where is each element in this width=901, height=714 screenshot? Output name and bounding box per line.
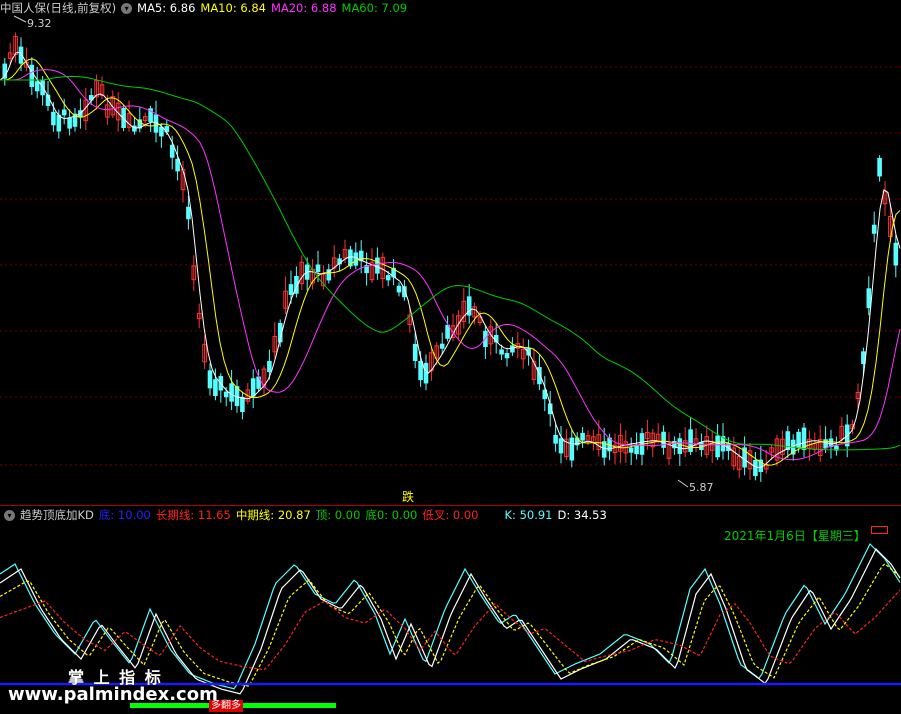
ind-value-k: K: 50.91 <box>504 508 553 522</box>
candle <box>213 379 218 397</box>
high-pointer <box>13 15 27 23</box>
candle <box>412 343 418 362</box>
signal-label: 跌 <box>402 489 414 504</box>
candle <box>796 431 801 448</box>
candle <box>634 444 639 455</box>
candle <box>823 439 828 449</box>
candle <box>569 437 575 461</box>
long-term-line <box>0 589 901 671</box>
ma10-label: MA10: 6.84 <box>200 1 266 15</box>
indicator-name: 趋势顶底加KD <box>20 508 94 522</box>
date-label: 2021年1月6日【星期三】 <box>724 529 866 543</box>
candle <box>677 438 683 454</box>
candle <box>315 264 321 273</box>
candle <box>67 117 72 129</box>
candle <box>418 360 423 381</box>
candle <box>207 370 213 389</box>
stock-chart-window[interactable]: 9.32 5.87 跌 中国人保(日线,前复权) ▾ MA5: 6.86 MA10:… <box>0 0 901 714</box>
indicator-legend: ▾ 趋势顶底加KD 底: 10.00 长期线: 11.65 中期线: 20.87… <box>0 507 612 523</box>
candle <box>753 459 758 477</box>
candle <box>499 349 504 355</box>
candle <box>893 242 899 266</box>
candle <box>159 126 164 137</box>
candle <box>504 353 510 359</box>
ma5-label: MA5: 6.86 <box>137 1 196 15</box>
candle <box>61 109 67 116</box>
candle <box>353 252 359 266</box>
candle <box>229 383 234 402</box>
candle <box>445 324 450 339</box>
candle <box>375 257 380 274</box>
ma60-line <box>0 75 901 451</box>
candle <box>51 111 56 126</box>
candle <box>34 81 40 92</box>
low-pointer <box>677 479 689 488</box>
ma60-label: MA60: 7.09 <box>341 1 408 15</box>
ind-value-mid: 中期线: 20.87 <box>235 508 311 522</box>
stock-name: 中国人保(日线,前复权) <box>0 1 117 15</box>
watermark-url: www.palmindex.com <box>8 684 218 705</box>
indicator-settings-icon[interactable]: ▾ <box>4 509 15 521</box>
candle <box>267 360 272 373</box>
candle <box>175 158 180 172</box>
ind-value-top: 顶: 0.00 <box>315 508 361 522</box>
candle <box>715 435 720 458</box>
panel-divider <box>0 505 901 506</box>
price-chart[interactable]: 9.32 5.87 跌 <box>0 0 901 505</box>
candle <box>288 284 294 295</box>
candle <box>240 396 245 413</box>
candle <box>186 206 191 220</box>
candle <box>558 438 564 454</box>
candle <box>628 447 634 453</box>
candle <box>877 157 882 177</box>
ind-value-bottom0: 底0: 0.00 <box>365 508 418 522</box>
main-legend: 中国人保(日线,前复权) ▾ MA5: 6.86 MA10: 6.84 MA20… <box>0 0 412 16</box>
candle <box>439 343 445 349</box>
ma10-line <box>0 58 901 466</box>
candle <box>866 288 872 309</box>
candle <box>396 285 402 293</box>
ind-value-bottom: 底: 10.00 <box>98 508 151 522</box>
candle <box>29 64 35 87</box>
candle <box>250 378 256 397</box>
settings-circle-icon[interactable]: ▾ <box>121 2 133 14</box>
date-marker-box <box>871 526 888 534</box>
candle <box>580 432 585 441</box>
ma20-label: MA20: 6.88 <box>270 1 337 15</box>
low-price-label: 5.87 <box>689 481 714 494</box>
candle <box>385 275 391 281</box>
candle <box>56 114 62 132</box>
candle <box>169 144 175 158</box>
high-price-label: 9.32 <box>27 17 52 30</box>
candle <box>553 434 558 444</box>
ind-value-long: 长期线: 11.65 <box>155 508 231 522</box>
candle <box>871 224 877 234</box>
ind-value-lowcross: 低叉: 0.00 <box>422 508 479 522</box>
ma5-line <box>0 51 901 469</box>
ind-value-d: D: 34.53 <box>557 508 607 522</box>
candle <box>223 391 229 398</box>
